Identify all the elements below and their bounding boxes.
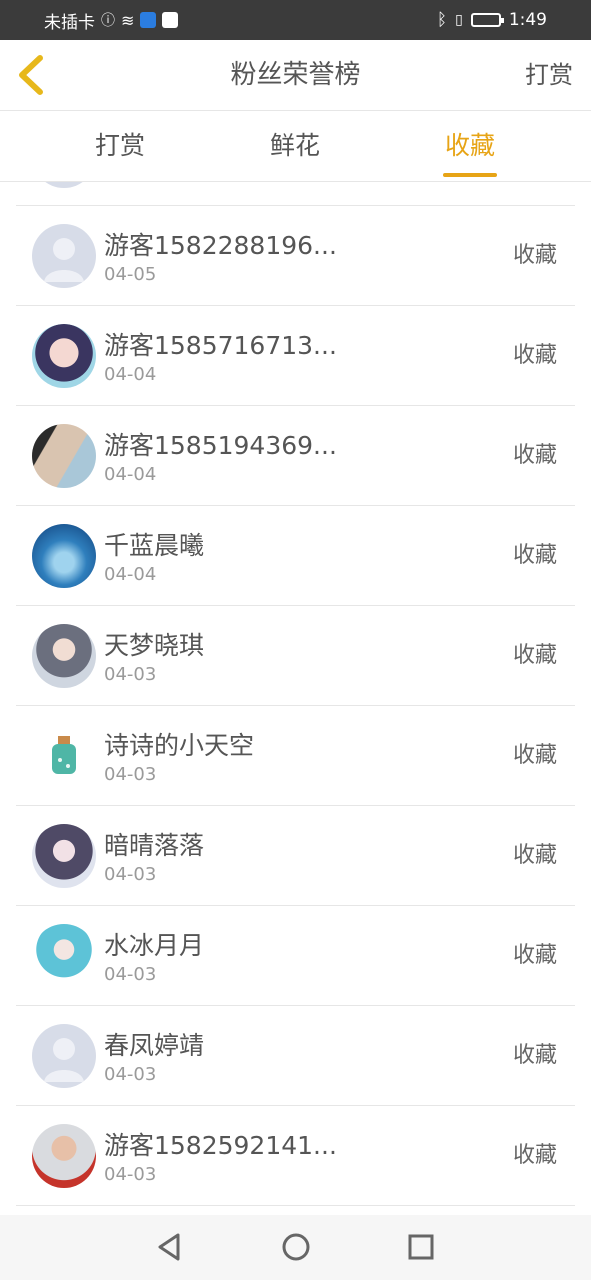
bottle-avatar: [32, 724, 96, 788]
list-item[interactable]: 天梦晓琪 04-03 收藏: [16, 606, 575, 706]
tab-favorites[interactable]: 收藏: [410, 111, 530, 181]
row-date: 04-03: [104, 664, 157, 685]
user-name: 游客1585716713...: [104, 331, 337, 360]
favorite-label: 收藏: [512, 443, 557, 468]
user-name: 游客1585194369...: [104, 431, 337, 460]
user-name: 诗诗的小天空: [104, 731, 255, 760]
person-silhouette-icon: [44, 1038, 84, 1082]
row-date: 04-04: [104, 464, 157, 485]
user-name: 春凤婷靖: [104, 1031, 205, 1060]
tab-label: 收藏: [444, 131, 495, 160]
row-date: 04-03: [104, 1064, 157, 1085]
back-nav-button[interactable]: [150, 1227, 190, 1267]
circle-home-icon: [282, 1233, 310, 1261]
row-date: 04-05: [104, 182, 156, 185]
page-title: 粉丝荣誉榜: [230, 60, 361, 90]
bottle-icon: [52, 736, 76, 774]
list-item[interactable]: 游客1582592141... 04-03 收藏: [16, 1106, 575, 1206]
tab-flowers[interactable]: 鲜花: [235, 111, 355, 181]
vibrate-icon: ▯: [455, 12, 463, 28]
user-name: 天梦晓琪: [104, 631, 205, 660]
row-date: 04-05: [104, 264, 157, 285]
recents-nav-button[interactable]: [401, 1227, 441, 1267]
default-avatar: [32, 182, 96, 188]
user-name: 水冰月月: [104, 931, 205, 960]
browser-notification-icon: [162, 12, 179, 28]
row-date: 04-03: [104, 864, 157, 885]
reward-button[interactable]: 打赏: [525, 40, 573, 110]
photo-avatar: [32, 424, 96, 488]
row-date: 04-03: [104, 1164, 157, 1185]
list-item-partial[interactable]: 04-05: [16, 182, 575, 206]
list-item[interactable]: 诗诗的小天空 04-03 收藏: [16, 706, 575, 806]
triangle-back-icon: [158, 1233, 180, 1261]
ocean-avatar: [32, 524, 96, 588]
system-nav-bar: [0, 1215, 591, 1280]
list-item[interactable]: 游客1585716713... 04-04 收藏: [16, 306, 575, 406]
user-name: 千蓝晨曦: [104, 531, 205, 560]
default-avatar: [32, 224, 96, 288]
battery-icon: [470, 13, 504, 27]
tab-reward[interactable]: 打赏: [60, 111, 180, 181]
fan-list[interactable]: 04-05 游客1582288196... 04-05 收藏 游客1585716…: [16, 182, 575, 1215]
row-date: 04-04: [104, 564, 157, 585]
list-item[interactable]: 千蓝晨曦 04-04 收藏: [16, 506, 575, 606]
row-date: 04-03: [104, 764, 157, 785]
favorite-label: 收藏: [512, 1043, 557, 1068]
tab-label: 鲜花: [269, 131, 320, 160]
list-item[interactable]: 暗晴落落 04-03 收藏: [16, 806, 575, 906]
list-item[interactable]: 游客1582288196... 04-05 收藏: [16, 206, 575, 306]
status-bar: 未插卡 ⓘ ≋ ᛒ ▯ 1:49: [0, 0, 591, 40]
bluetooth-icon: ᛒ: [436, 10, 448, 30]
home-nav-button[interactable]: [276, 1227, 316, 1267]
user-name: 暗晴落落: [104, 831, 205, 860]
favorite-label: 收藏: [512, 643, 557, 668]
sim-alert-icon: ⓘ: [101, 13, 115, 29]
header: 粉丝荣誉榜 打赏: [0, 40, 591, 111]
status-left: 未插卡 ⓘ ≋: [44, 0, 179, 40]
default-avatar: [32, 1024, 96, 1088]
wifi-icon: ≋: [121, 10, 135, 30]
anime-girl-avatar: [32, 824, 96, 888]
favorite-label: 收藏: [512, 1143, 557, 1168]
favorite-label: 收藏: [512, 543, 557, 568]
list-item[interactable]: 水冰月月 04-03 收藏: [16, 906, 575, 1006]
list-item[interactable]: 春凤婷靖 04-03 收藏: [16, 1006, 575, 1106]
tab-label: 打赏: [94, 131, 145, 160]
active-tab-indicator: [443, 173, 497, 177]
favorite-label: 收藏: [512, 243, 557, 268]
favorite-label: 收藏: [512, 843, 557, 868]
clock: 1:49: [508, 10, 547, 30]
anime-girl-avatar: [32, 624, 96, 688]
app-notification-icon: [140, 12, 157, 28]
tab-bar: 打赏 鲜花 收藏: [0, 111, 591, 182]
carrier-text: 未插卡: [44, 12, 95, 33]
person-silhouette-icon: [44, 238, 84, 282]
list-item[interactable]: 游客1585194369... 04-04 收藏: [16, 406, 575, 506]
square-recents-icon: [408, 1234, 434, 1260]
row-date: 04-04: [104, 364, 157, 385]
status-right: ᛒ ▯ 1:49: [437, 0, 547, 40]
user-name: 游客1582288196...: [104, 231, 337, 260]
anime-girl-avatar: [32, 324, 96, 388]
favorite-label: 收藏: [512, 343, 557, 368]
favorite-label: 收藏: [512, 943, 557, 968]
photo-avatar: [32, 1124, 96, 1188]
favorite-label: 收藏: [512, 743, 557, 768]
user-name: 游客1582592141...: [104, 1131, 337, 1160]
anime-girl-avatar: [32, 924, 96, 988]
row-date: 04-03: [104, 964, 157, 985]
